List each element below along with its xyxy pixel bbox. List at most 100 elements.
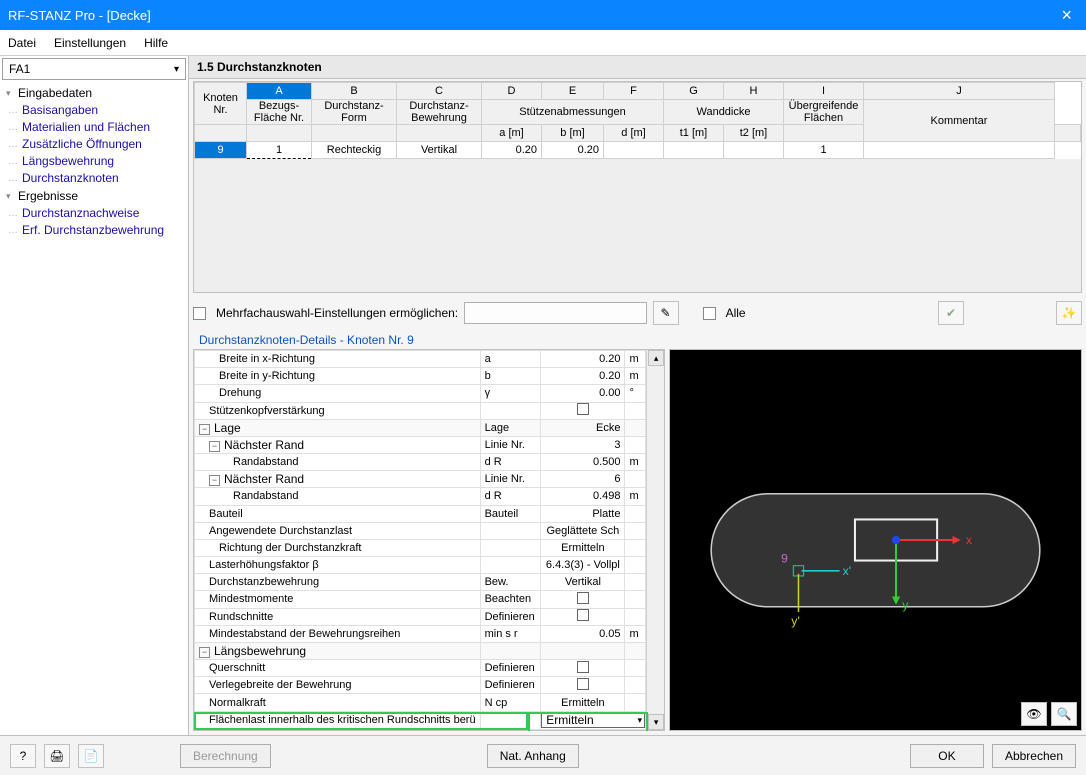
flaechenlast-dropdown[interactable]: Ermitteln ▾ (541, 712, 645, 728)
row-randabstand-2[interactable]: Randabstand (195, 488, 481, 505)
export-icon[interactable]: 📄 (78, 744, 104, 768)
checkbox[interactable] (577, 661, 589, 673)
row-flaechenlast[interactable]: Flächenlast innerhalb des kritischen Run… (195, 711, 481, 729)
berechnung-button[interactable]: Berechnung (180, 744, 271, 768)
row-bauteil[interactable]: Bauteil (195, 505, 481, 522)
checkbox[interactable] (577, 403, 589, 415)
menu-einstellungen[interactable]: Einstellungen (54, 36, 126, 50)
tree-oeffnungen[interactable]: Zusätzliche Öffnungen (22, 136, 188, 153)
row-breite-y[interactable]: Breite in y-Richtung (195, 368, 481, 385)
row-laengsbewehrung[interactable]: Längsbewehrung (214, 644, 306, 658)
col-stuetzenabmessungen: Stützenabmessungen (482, 100, 664, 125)
cell-d[interactable] (604, 142, 664, 159)
svg-text:y: y (902, 598, 909, 612)
collapse-icon[interactable]: ▾ (6, 191, 18, 202)
row-breite-x[interactable]: Breite in x-Richtung (195, 351, 481, 368)
col-letter-i[interactable]: I (784, 83, 864, 100)
cell-b[interactable]: 0.20 (542, 142, 604, 159)
print-icon[interactable]: 🖨 (44, 744, 70, 768)
close-icon[interactable]: × (1055, 5, 1078, 26)
col-letter-a[interactable]: A (247, 83, 312, 100)
collapse-icon[interactable]: − (199, 424, 210, 435)
details-title: Durchstanzknoten-Details - Knoten Nr. 9 (193, 331, 1082, 349)
nat-anhang-button[interactable]: Nat. Anhang (487, 744, 579, 768)
cell-komm[interactable] (864, 142, 1055, 159)
cell-a[interactable]: 0.20 (482, 142, 542, 159)
tree-basis[interactable]: Basisangaben (22, 102, 188, 119)
row-mindestabstand[interactable]: Mindestabstand der Bewehrungsreihen (195, 625, 481, 642)
col-letter-j[interactable]: J (864, 83, 1055, 100)
menu-datei[interactable]: Datei (8, 36, 36, 50)
scroll-up-icon[interactable]: ▴ (648, 350, 664, 366)
row-normalkraft[interactable]: Normalkraft (195, 694, 481, 711)
col-letter-e[interactable]: E (542, 83, 604, 100)
row-rand-1[interactable]: Nächster Rand (224, 438, 304, 452)
fa-select-value: FA1 (9, 62, 30, 76)
ok-button[interactable]: OK (910, 744, 984, 768)
grid-row[interactable]: 9 1 Rechteckig Vertikal 0.20 0.20 1 (195, 142, 1081, 159)
col-letter-b[interactable]: B (312, 83, 397, 100)
row-mindestmomente[interactable]: Mindestmomente (195, 591, 481, 608)
col-letter-h[interactable]: H (724, 83, 784, 100)
col-dform: Durchstanz- Form (312, 100, 397, 125)
row-rundschnitte[interactable]: Rundschnitte (195, 608, 481, 625)
abbrechen-button[interactable]: Abbrechen (992, 744, 1076, 768)
collapse-icon[interactable]: − (209, 475, 220, 486)
wand-icon[interactable]: ✨ (1056, 301, 1082, 325)
tree-laengsbewehrung[interactable]: Längsbewehrung (22, 153, 188, 170)
nav-tree: ▾Eingabedaten Basisangaben Materialien u… (0, 82, 188, 243)
col-letter-c[interactable]: C (397, 83, 482, 100)
tree-durchstanznachweise[interactable]: Durchstanznachweise (22, 205, 188, 222)
svg-text:x': x' (843, 564, 852, 578)
row-verlegebreite[interactable]: Verlegebreite der Bewehrung (195, 677, 481, 694)
fa-select[interactable]: FA1 ▾ (2, 58, 186, 80)
zoom-icon[interactable]: 🔍 (1051, 702, 1077, 726)
row-randabstand-1[interactable]: Randabstand (195, 454, 481, 471)
top-grid[interactable]: Knoten Nr. A B C D E F G H I J Bezugs- F… (193, 81, 1082, 293)
cell-form[interactable]: Rechteckig (312, 142, 397, 159)
cell-t1[interactable] (664, 142, 724, 159)
checkbox[interactable] (577, 592, 589, 604)
tree-materialien[interactable]: Materialien und Flächen (22, 119, 188, 136)
pick-icon[interactable]: ✎ (653, 301, 679, 325)
alle-checkbox[interactable] (703, 307, 716, 320)
row-rand-2[interactable]: Nächster Rand (224, 472, 304, 486)
row-lasterhoehung[interactable]: Lasterhöhungsfaktor β (195, 557, 481, 574)
help-icon[interactable]: ? (10, 744, 36, 768)
multi-input[interactable] (464, 302, 646, 324)
tree-ergebnisse[interactable]: Ergebnisse (18, 189, 78, 203)
col-letter-g[interactable]: G (664, 83, 724, 100)
cell-flaeche[interactable]: 1 (247, 142, 312, 159)
check-icon[interactable]: ✔ (938, 301, 964, 325)
row-richtung[interactable]: Richtung der Durchstanzkraft (195, 539, 481, 556)
multi-label: Mehrfachauswahl-Einstellungen ermögliche… (216, 306, 458, 320)
tree-eingabedaten[interactable]: Eingabedaten (18, 86, 92, 100)
cell-t2[interactable] (724, 142, 784, 159)
row-drehung[interactable]: Drehung (195, 385, 481, 402)
checkbox[interactable] (577, 678, 589, 690)
row-lage[interactable]: Lage (214, 421, 241, 435)
col-letter-d[interactable]: D (482, 83, 542, 100)
collapse-icon[interactable]: ▾ (6, 88, 18, 99)
col-letter-f[interactable]: F (604, 83, 664, 100)
cell-knoten[interactable]: 9 (195, 142, 247, 159)
row-stuetzenkopf[interactable]: Stützenkopfverstärkung (195, 402, 481, 419)
tree-erf-durchstanzbewehrung[interactable]: Erf. Durchstanzbewehrung (22, 222, 188, 239)
menu-hilfe[interactable]: Hilfe (144, 36, 168, 50)
row-durchstanzlast[interactable]: Angewendete Durchstanzlast (195, 522, 481, 539)
eye-icon[interactable]: 👁 (1021, 702, 1047, 726)
collapse-icon[interactable]: − (209, 441, 220, 452)
cell-ueberg[interactable]: 1 (784, 142, 864, 159)
tree-durchstanzknoten[interactable]: Durchstanzknoten (22, 170, 188, 187)
row-durchstanzbewehrung[interactable]: Durchstanzbewehrung (195, 574, 481, 591)
viewport-3d[interactable]: x y 9 x' y' 👁 🔍 (669, 349, 1082, 731)
collapse-icon[interactable]: − (199, 647, 210, 658)
checkbox[interactable] (577, 609, 589, 621)
multi-checkbox[interactable] (193, 307, 206, 320)
scrollbar[interactable]: ▴ ▾ (646, 350, 664, 730)
details-grid[interactable]: Breite in x-Richtunga0.20m Breite in y-R… (193, 349, 665, 731)
svg-text:9: 9 (781, 552, 788, 566)
scroll-down-icon[interactable]: ▾ (648, 714, 664, 730)
row-querschnitt[interactable]: Querschnitt (195, 660, 481, 677)
cell-bew[interactable]: Vertikal (397, 142, 482, 159)
